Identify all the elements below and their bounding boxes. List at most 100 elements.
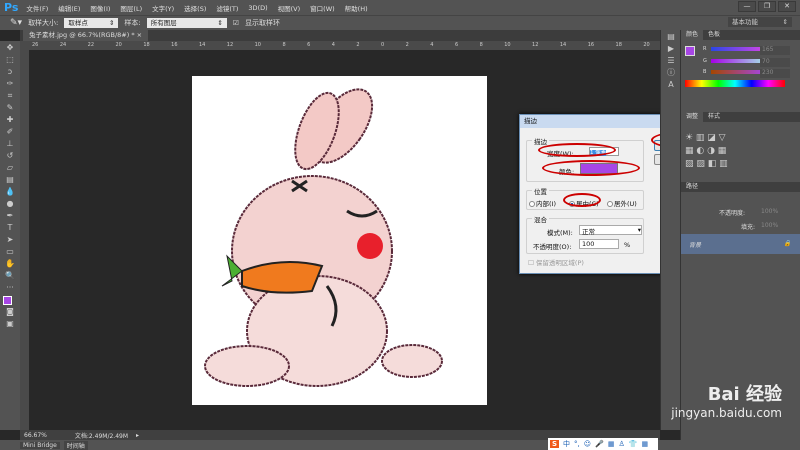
ime-skin-icon[interactable]: 👕 (629, 440, 638, 448)
layer-opacity-value[interactable]: 100% (761, 208, 778, 215)
hand-tool-icon[interactable]: ✋ (3, 258, 17, 269)
menu-window[interactable]: 窗口(W) (310, 3, 335, 13)
ruler-tick: 16 (587, 42, 595, 48)
type-tool-icon[interactable]: T (3, 222, 17, 233)
dodge-tool-icon[interactable]: ● (3, 198, 17, 209)
mode-label: 模式(M): (547, 229, 573, 237)
tab-swatches[interactable]: 色板 (703, 30, 725, 40)
r-value[interactable]: 165 (760, 46, 790, 55)
healing-tool-icon[interactable]: ✚ (3, 114, 17, 125)
rabbit-image (204, 88, 443, 387)
tab-paths[interactable]: 路径 (681, 182, 703, 192)
dropdown-arrow-icon: ▾ (637, 226, 641, 234)
ime-toolbar: S 中 °, ☺ 🎤 ▦ ♙ 👕 ▦ (548, 438, 658, 450)
show-ring-label: 显示取样环 (245, 19, 281, 27)
menu-layer[interactable]: 图层(L) (120, 3, 142, 13)
close-button[interactable]: ✕ (778, 1, 796, 12)
eyedropper-icon[interactable]: ✎▾ (10, 18, 22, 28)
tab-styles[interactable]: 样式 (703, 112, 725, 122)
sogou-logo-icon[interactable]: S (550, 440, 560, 448)
sample-value: 所有图层 (150, 19, 177, 27)
ruler-tick: 12 (532, 42, 539, 48)
menu-view[interactable]: 视图(V) (278, 3, 301, 13)
document-tab[interactable]: 兔子素材.jpg @ 66.7%(RGB/8#) * × (23, 30, 149, 41)
menu-3d[interactable]: 3D(D) (248, 4, 267, 12)
actions-panel-icon[interactable]: ▶ (664, 43, 678, 54)
color-spectrum[interactable] (685, 80, 785, 87)
ruler-tick: 6 (454, 42, 459, 48)
sample-size-value: 取样点 (68, 19, 88, 27)
eyedropper-tool-icon[interactable]: ✎ (3, 102, 17, 113)
stamp-tool-icon[interactable]: ⊥ (3, 138, 17, 149)
path-select-icon[interactable]: ➤ (3, 234, 17, 245)
character-panel-icon[interactable]: A (664, 79, 678, 90)
menu-file[interactable]: 文件(F) (26, 3, 48, 13)
opacity-input[interactable]: 100 (579, 239, 619, 249)
preserve-label: 保留透明区域(P) (535, 259, 584, 267)
menu-select[interactable]: 选择(S) (184, 3, 206, 13)
ime-toolbox-icon[interactable]: ▦ (641, 440, 648, 448)
b-value[interactable]: 230 (760, 69, 790, 78)
foreground-color-swatch[interactable] (3, 296, 12, 305)
blur-tool-icon[interactable]: 💧 (3, 186, 17, 197)
show-ring-checkbox[interactable]: ☑ (233, 19, 239, 27)
pen-tool-icon[interactable]: ✒ (3, 210, 17, 221)
crop-tool-icon[interactable]: ⌗ (3, 90, 17, 101)
layer-row-background[interactable]: 背景 🔒 (681, 234, 800, 254)
inside-radio[interactable]: 内部(I) (529, 198, 556, 208)
restore-button[interactable]: ❐ (758, 1, 776, 12)
status-menu-arrow-icon[interactable]: ▸ (136, 432, 139, 439)
quick-mask-icon[interactable]: ◙ (3, 306, 17, 317)
g-value[interactable]: 70 (760, 58, 790, 67)
brush-tool-icon[interactable]: ✐ (3, 126, 17, 137)
outside-radio[interactable]: 居外(U) (607, 198, 637, 208)
ime-keyboard-icon[interactable]: ▦ (608, 440, 615, 448)
ime-user-icon[interactable]: ♙ (618, 440, 624, 448)
doc-size[interactable]: 文档:2.49M/2.49M (75, 431, 128, 440)
document-tab-bar: 兔子素材.jpg @ 66.7%(RGB/8#) * × (20, 30, 660, 41)
layers-panel-tabs: 路径 (681, 182, 800, 192)
menu-help[interactable]: 帮助(H) (345, 3, 368, 13)
menu-filter[interactable]: 滤镜(T) (216, 3, 238, 13)
mode-select[interactable]: 正常 ▾ (579, 225, 642, 236)
color-panel-tabs: 颜色 色板 (681, 30, 800, 40)
history-panel-icon[interactable]: ▤ (664, 31, 678, 42)
zoom-level[interactable]: 66.67% (24, 432, 47, 439)
properties-panel-icon[interactable]: ☰ (664, 55, 678, 66)
menu-type[interactable]: 文字(Y) (152, 3, 174, 13)
info-panel-icon[interactable]: ⓘ (664, 67, 678, 78)
document-canvas[interactable] (192, 76, 487, 405)
tab-adjustments[interactable]: 调整 (681, 112, 704, 122)
foreground-color[interactable] (685, 46, 695, 56)
menu-image[interactable]: 图像(I) (90, 3, 110, 13)
tab-mini-bridge[interactable]: Mini Bridge (20, 441, 60, 449)
shape-tool-icon[interactable]: ▭ (3, 246, 17, 257)
tab-timeline[interactable]: 时间轴 (63, 440, 88, 450)
sample-select[interactable]: 所有图层 ⇕ (146, 18, 227, 28)
menu-edit[interactable]: 编辑(E) (58, 3, 80, 13)
inside-label: 内部(I) (536, 200, 556, 208)
sample-size-select[interactable]: 取样点 ⇕ (64, 18, 119, 28)
screen-mode-icon[interactable]: ▣ (3, 318, 17, 329)
zoom-tool-icon[interactable]: 🔍 (3, 270, 17, 281)
ime-voice-icon[interactable]: 🎤 (595, 440, 604, 448)
tab-color[interactable]: 颜色 (681, 30, 704, 40)
tools-panel: ✥ ⬚ ↄ ✑ ⌗ ✎ ✚ ✐ ⊥ ↺ ▱ ▤ 💧 ● ✒ T ➤ ▭ ✋ 🔍 … (0, 41, 20, 430)
workspace-select[interactable]: 基本功能 ⇕ (728, 17, 792, 27)
ime-chinese-toggle[interactable]: 中 (563, 439, 570, 449)
lasso-tool-icon[interactable]: ↄ (3, 66, 17, 77)
preserve-transparency-checkbox[interactable]: ☐ 保留透明区域(P) (528, 257, 584, 267)
quick-select-tool-icon[interactable]: ✑ (3, 78, 17, 89)
ime-emoji-icon[interactable]: ☺ (584, 440, 591, 448)
marquee-tool-icon[interactable]: ⬚ (3, 54, 17, 65)
minimize-button[interactable]: — (738, 1, 756, 12)
layer-fill-value[interactable]: 100% (761, 222, 778, 229)
tab-close-icon[interactable]: × (137, 31, 142, 39)
adjustment-icons[interactable]: ☀ ▥ ◪ ▽ ▦ ◐ ◑ ▦ ▧ ▨ ◧ ▥ (681, 122, 800, 172)
ime-punctuation-icon[interactable]: °, (574, 440, 580, 448)
history-brush-icon[interactable]: ↺ (3, 150, 17, 161)
gradient-tool-icon[interactable]: ▤ (3, 174, 17, 185)
move-tool-icon[interactable]: ✥ (3, 42, 17, 53)
eraser-tool-icon[interactable]: ▱ (3, 162, 17, 173)
more-tools-icon[interactable]: ··· (3, 282, 17, 293)
